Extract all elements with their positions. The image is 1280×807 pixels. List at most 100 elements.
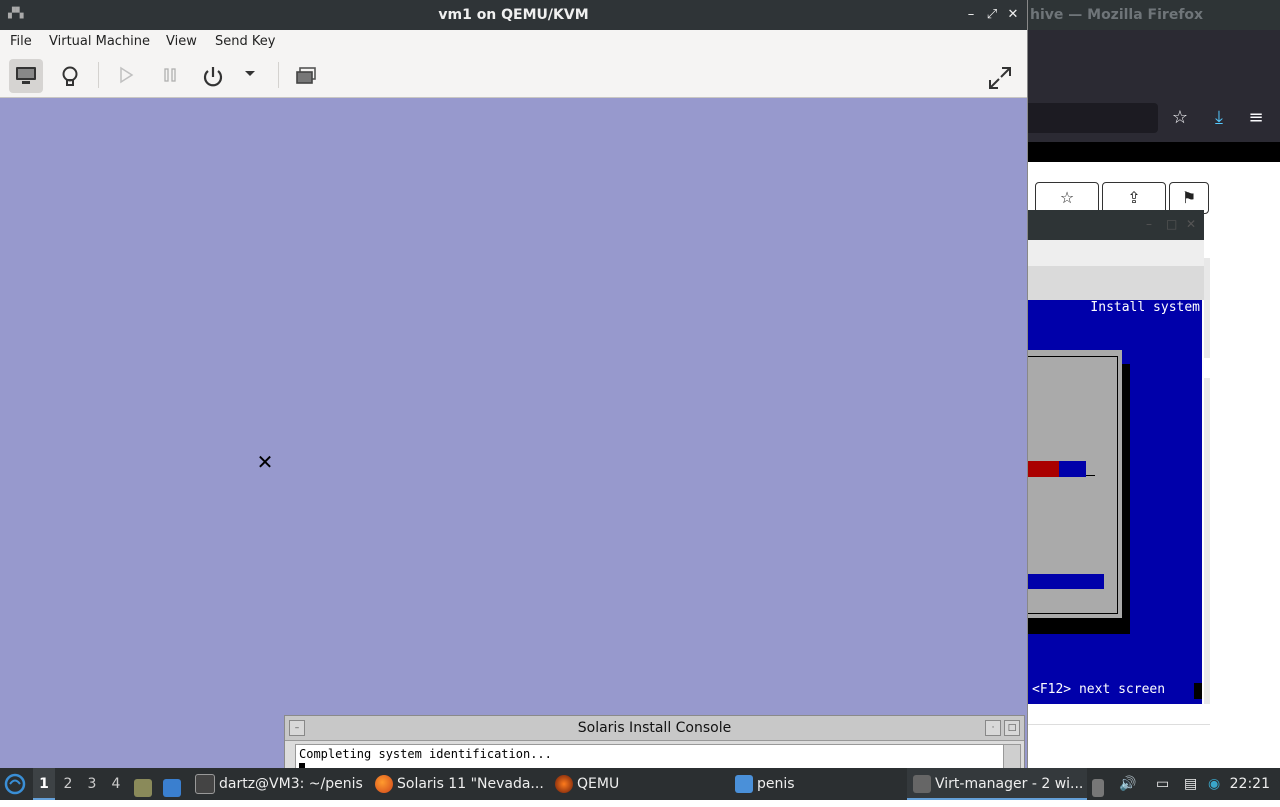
frame-edge	[1204, 378, 1210, 704]
fullscreen-button[interactable]	[983, 59, 1017, 93]
tray-arrow[interactable]	[1092, 768, 1106, 800]
start-menu-button[interactable]	[4, 768, 28, 800]
lightbulb-icon	[62, 66, 78, 86]
menu-send-key[interactable]: Send Key	[215, 34, 275, 49]
task-label: dartz@VM3: ~/penis	[219, 776, 363, 792]
firefox-page: ☆ ⇪ ⚑ – □ ✕ Install system <F12> next sc…	[1028, 162, 1280, 768]
snapshots-button[interactable]	[289, 59, 323, 93]
firefox-url-bar[interactable]	[1028, 103, 1158, 133]
file-manager-launcher[interactable]	[134, 768, 154, 800]
embedded-menubar	[1028, 240, 1204, 266]
task-label: Virt-manager - 2 wi...	[935, 776, 1084, 792]
console-scrollbar[interactable]	[1003, 744, 1021, 771]
toolbar-separator	[278, 62, 279, 88]
installer-bar	[1028, 574, 1104, 589]
bookmark-star-icon[interactable]: ☆	[1168, 106, 1192, 130]
firefox-tabbar	[1028, 30, 1280, 96]
maximize-icon: □	[1166, 217, 1178, 231]
window-title: vm1 on QEMU/KVM	[438, 7, 589, 23]
installer-footer: <F12> next screen	[1032, 682, 1166, 697]
installer-header: Install system	[1090, 300, 1200, 315]
desktop-icon	[163, 778, 181, 797]
maximize-icon[interactable]: □	[1004, 720, 1020, 736]
network-icon: ▭	[1156, 776, 1170, 792]
folder-icon	[735, 775, 753, 793]
clock[interactable]: 22:21	[1230, 768, 1270, 800]
x-cursor-icon: ✕	[256, 450, 274, 474]
hamburger-menu-icon[interactable]: ≡	[1244, 106, 1268, 130]
task-label: Solaris 11 "Nevada...	[397, 776, 544, 792]
show-console-button[interactable]	[9, 59, 43, 93]
console-text-area[interactable]: Completing system identification...	[295, 744, 1004, 771]
installer-screen: Install system <F12> next screen	[1028, 300, 1202, 704]
network-tray[interactable]: ▭	[1156, 768, 1169, 800]
download-icon[interactable]: ⤓	[1207, 106, 1231, 130]
selected-option	[1028, 461, 1059, 477]
updates-tray[interactable]: ◉	[1208, 768, 1220, 800]
shutdown-menu-button[interactable]	[235, 59, 265, 93]
vm-console-display[interactable]: ✕	[0, 98, 1027, 768]
pause-icon	[164, 68, 176, 82]
tray-expand-icon	[1092, 778, 1104, 797]
task-firefox[interactable]: Solaris 11 "Nevada...	[375, 768, 544, 800]
task-virt-manager[interactable]: Virt-manager - 2 wi...	[907, 768, 1087, 800]
qemu-icon	[555, 775, 573, 793]
firefox-page-band	[1028, 142, 1280, 162]
run-button[interactable]	[109, 59, 143, 93]
chevron-down-icon	[245, 71, 255, 76]
firefox-icon	[375, 775, 393, 793]
shutdown-button[interactable]	[196, 59, 230, 93]
firefox-titlebar[interactable]: hive — Mozilla Firefox	[1028, 0, 1280, 30]
clipboard-tray[interactable]: ▤	[1184, 768, 1197, 800]
console-title: Solaris Install Console	[577, 720, 732, 736]
option-underline	[1086, 475, 1095, 476]
text-cursor	[1194, 683, 1202, 699]
menu-virtual-machine[interactable]: Virtual Machine	[49, 34, 150, 49]
task-label: penis	[757, 776, 795, 792]
show-details-button[interactable]	[53, 59, 87, 93]
task-terminal[interactable]: dartz@VM3: ~/penis	[195, 768, 363, 800]
menu-view[interactable]: View	[166, 34, 197, 49]
minimize-button[interactable]: –	[963, 6, 979, 24]
taskbar: 1 2 3 4 dartz@VM3: ~/penis Solaris 11 "N…	[0, 768, 1280, 800]
close-button[interactable]: ✕	[1005, 6, 1021, 24]
workspace-1[interactable]: 1	[33, 768, 55, 800]
divider	[1028, 724, 1210, 725]
play-icon	[120, 66, 134, 84]
workspace-2[interactable]: 2	[57, 768, 79, 800]
updates-icon: ◉	[1208, 776, 1221, 792]
start-menu-icon	[4, 773, 26, 795]
embedded-window-titlebar[interactable]: – □ ✕	[1028, 210, 1204, 240]
window-titlebar[interactable]: ▞▚ vm1 on QEMU/KVM – ⤢ ✕	[0, 0, 1027, 30]
desktop-launcher[interactable]	[163, 768, 183, 800]
menu-file[interactable]: File	[10, 34, 32, 49]
maximize-button[interactable]: ⤢	[984, 6, 1000, 24]
firefox-navbar: ☆ ⤓ ≡	[1028, 96, 1280, 142]
task-label: QEMU	[577, 776, 620, 792]
folder-icon	[134, 778, 152, 797]
task-file-manager[interactable]: penis	[735, 768, 795, 800]
console-titlebar[interactable]: – Solaris Install Console · □	[285, 716, 1024, 741]
minimize-icon[interactable]: ·	[985, 720, 1001, 736]
virt-manager-icon	[913, 775, 931, 793]
menubar: File Virtual Machine View Send Key	[0, 30, 1027, 54]
snapshots-icon	[296, 67, 316, 84]
volume-tray[interactable]: 🔊	[1119, 768, 1136, 800]
workspace-4[interactable]: 4	[105, 768, 127, 800]
console-line: Completing system identification...	[299, 747, 552, 761]
virt-manager-window: ▞▚ vm1 on QEMU/KVM – ⤢ ✕ File Virtual Ma…	[0, 0, 1028, 771]
terminal-icon	[195, 774, 215, 794]
monitor-icon	[16, 67, 36, 84]
task-qemu[interactable]: QEMU	[555, 768, 619, 800]
share-icon: ⇪	[1127, 188, 1141, 207]
workspace-3[interactable]: 3	[81, 768, 103, 800]
volume-icon: 🔊	[1119, 776, 1137, 792]
frame-edge	[1204, 258, 1210, 358]
clipboard-icon: ▤	[1184, 776, 1198, 792]
solaris-install-console[interactable]: – Solaris Install Console · □ Completing…	[284, 715, 1025, 771]
pause-button[interactable]	[153, 59, 187, 93]
close-icon: ✕	[1186, 217, 1197, 231]
minimize-icon: –	[967, 7, 975, 22]
embedded-toolbar	[1028, 266, 1204, 300]
flag-icon: ⚑	[1181, 188, 1197, 207]
